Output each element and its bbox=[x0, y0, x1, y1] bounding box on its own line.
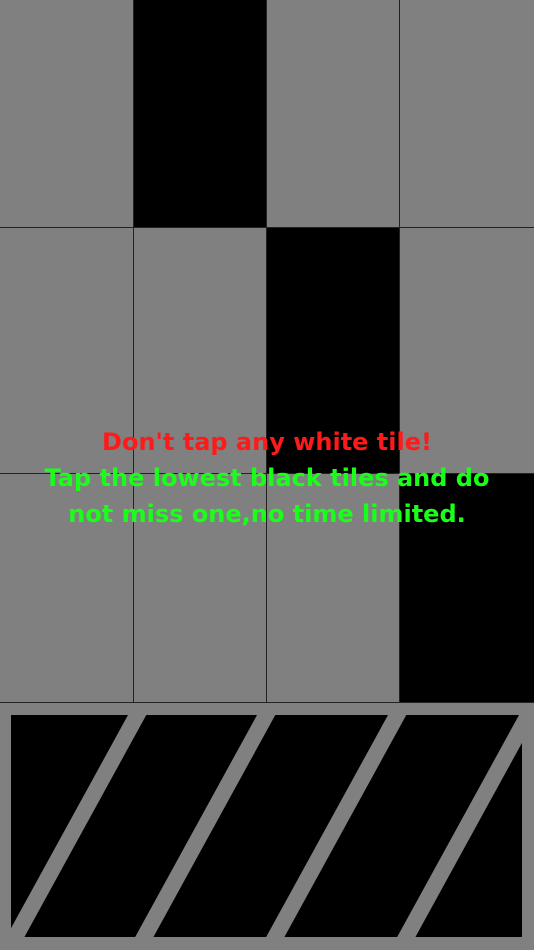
white-tile[interactable] bbox=[134, 474, 267, 703]
black-tile[interactable] bbox=[400, 474, 534, 703]
start-zone-panel bbox=[0, 703, 534, 950]
white-tile[interactable] bbox=[267, 0, 400, 228]
white-tile[interactable] bbox=[400, 0, 534, 228]
start-zone-background bbox=[11, 715, 522, 937]
white-tile[interactable] bbox=[0, 0, 134, 228]
white-tile[interactable] bbox=[267, 474, 400, 703]
black-tile[interactable] bbox=[267, 228, 400, 474]
striped-start-zone bbox=[0, 703, 534, 950]
white-tile[interactable] bbox=[0, 228, 134, 474]
tile-grid bbox=[0, 0, 534, 703]
white-tile[interactable] bbox=[0, 474, 134, 703]
white-tile[interactable] bbox=[134, 228, 267, 474]
white-tile[interactable] bbox=[400, 228, 534, 474]
black-tile[interactable] bbox=[134, 0, 267, 228]
